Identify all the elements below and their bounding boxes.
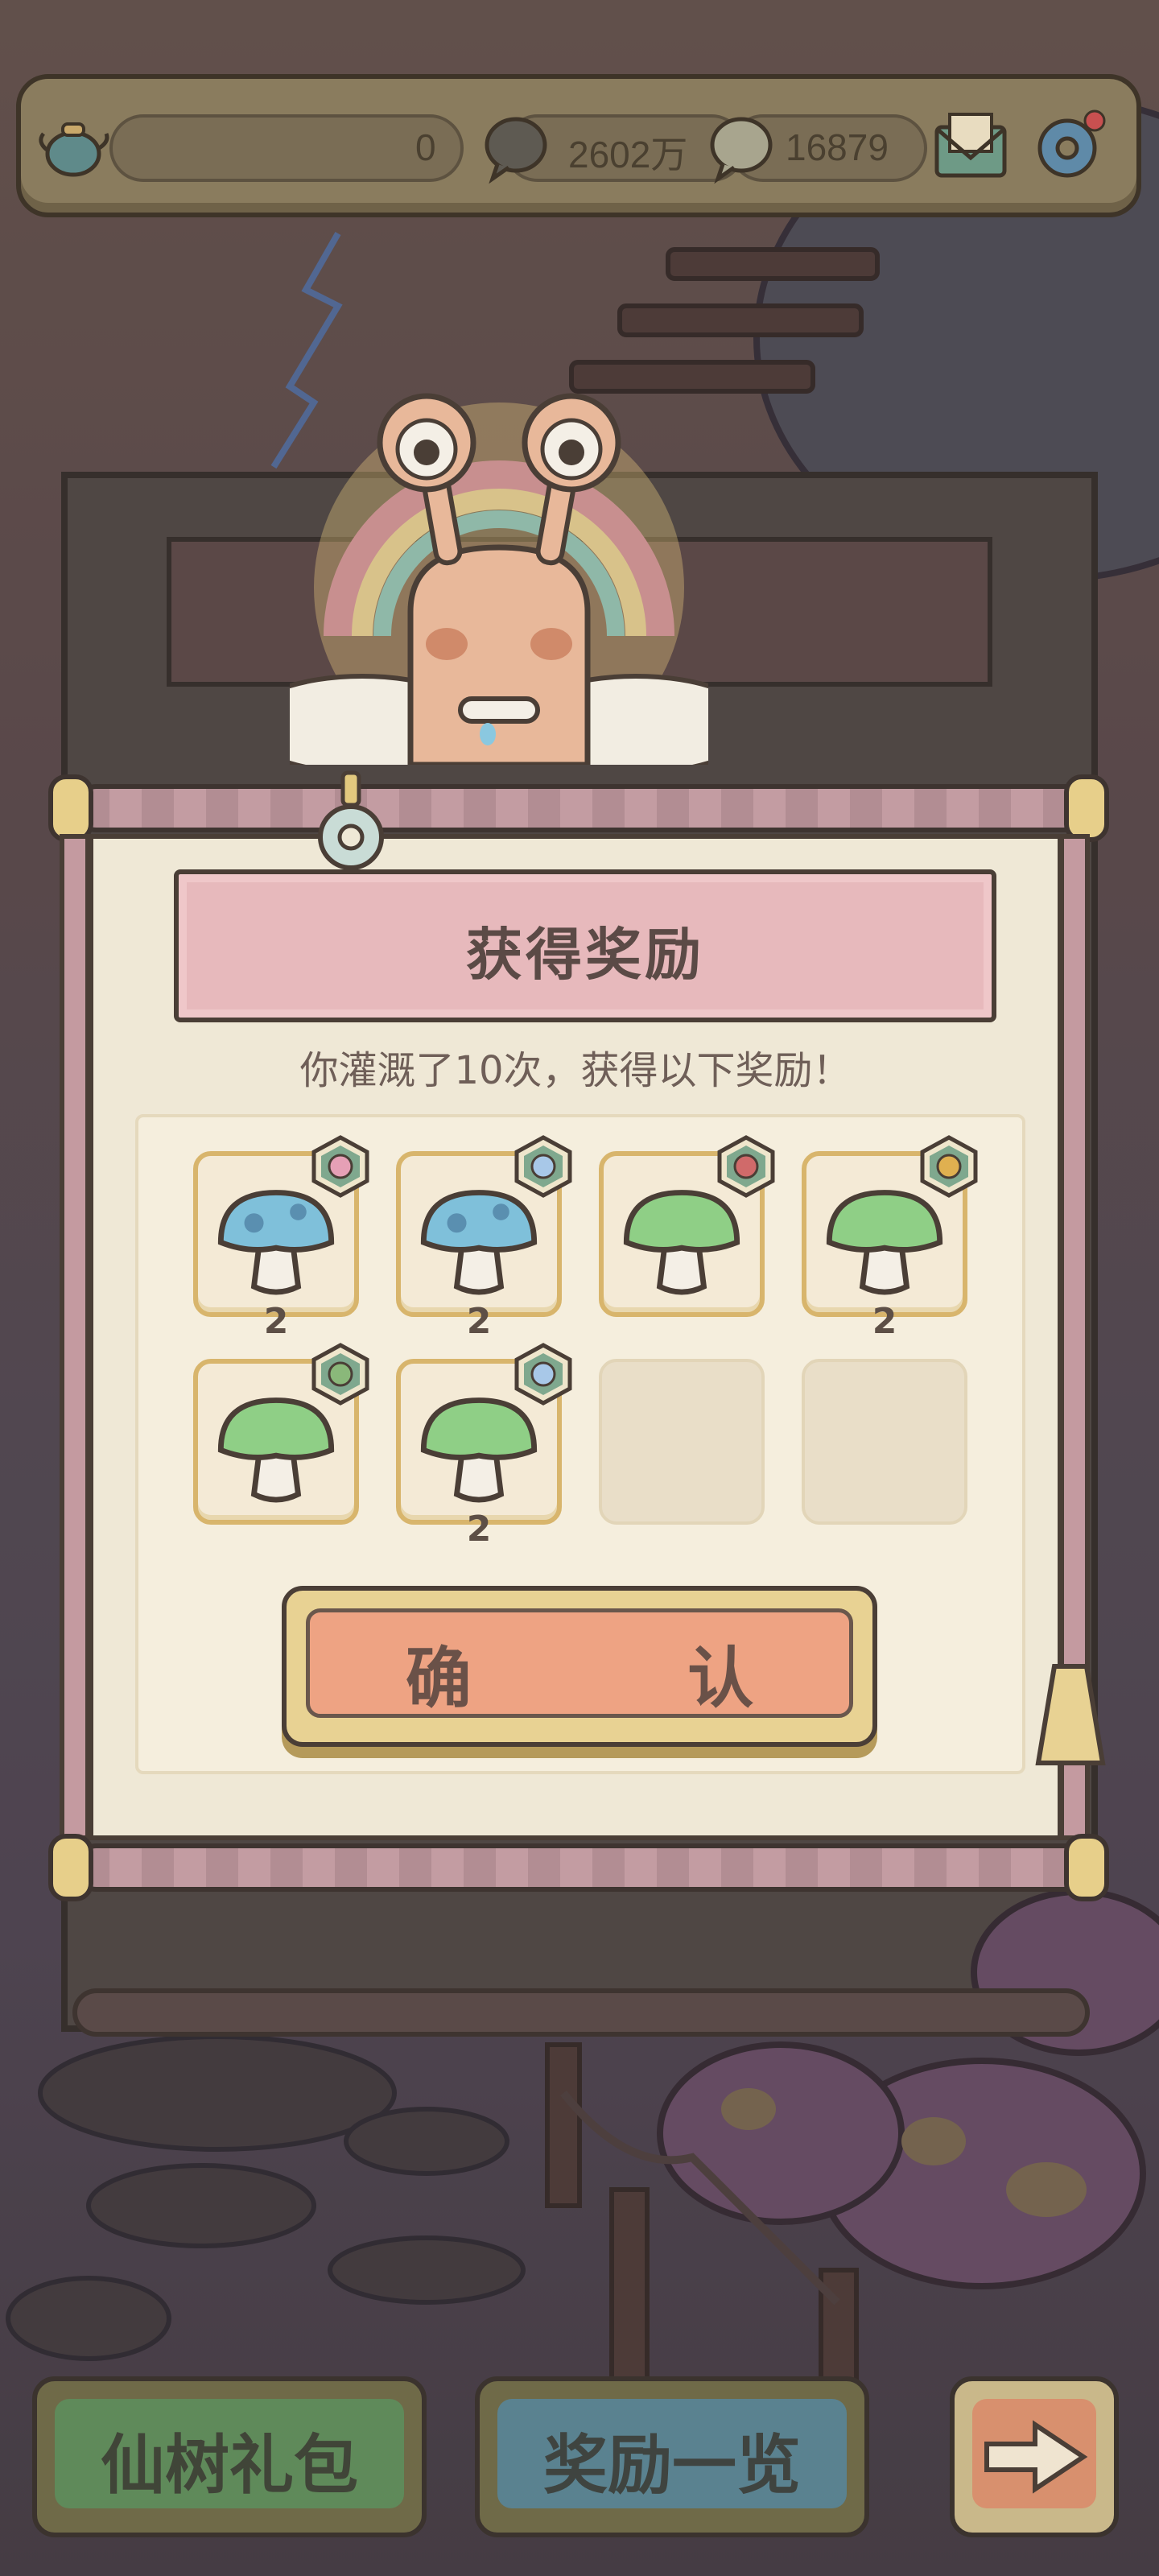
scroll-top-cap-left — [48, 774, 93, 842]
progress-bar — [109, 114, 464, 182]
bandage-icon — [512, 1135, 575, 1198]
empty-reward-slot — [599, 1359, 765, 1525]
progress-value: 0 — [415, 126, 436, 168]
reward-count: 2 — [872, 1301, 897, 1342]
reward-count: 2 — [466, 1509, 492, 1550]
scroll-top-cap-right — [1064, 774, 1109, 842]
game-background: 0 2602万 16879 获得奖励 你灌溉了10次，获得以下奖励！ 2 2 2… — [0, 0, 1159, 2576]
top-resource-bar: 0 2602万 16879 — [16, 74, 1141, 217]
tassel-icon — [1035, 1626, 1106, 1765]
rose-icon — [715, 1135, 777, 1198]
rewards-overview-label[interactable]: 奖励一览 — [475, 2413, 869, 2507]
settings-gear-icon[interactable] — [1027, 106, 1107, 187]
scroll-left-rail — [60, 834, 90, 1840]
frame-bottom-rod — [72, 1988, 1090, 2037]
fairy-tree-gift-label[interactable]: 仙树礼包 — [32, 2413, 427, 2507]
bow-icon — [918, 1135, 980, 1198]
flower-icon — [309, 1135, 372, 1198]
currency-1-value: 2602万 — [568, 134, 688, 175]
arrow-right-icon — [984, 2420, 1088, 2494]
scroll-top-rod — [72, 784, 1090, 832]
dark-bubble-icon — [485, 117, 547, 184]
bandage-icon — [512, 1343, 575, 1406]
confirm-label[interactable]: 确 认 — [282, 1624, 877, 1720]
next-arrow-button[interactable] — [950, 2376, 1119, 2537]
reward-count: 2 — [466, 1301, 492, 1342]
snail-character — [290, 393, 708, 765]
light-bubble-icon — [710, 117, 773, 184]
currency-2-value: 16879 — [786, 126, 889, 168]
teapot-icon[interactable] — [37, 109, 109, 182]
reward-count: 2 — [263, 1301, 289, 1342]
wing-icon — [309, 1343, 372, 1406]
mail-icon[interactable] — [930, 111, 1011, 184]
scroll-bottom-rod — [72, 1843, 1090, 1892]
scroll-bottom-cap-left — [48, 1834, 93, 1901]
dialog-title: 获得奖励 — [466, 922, 704, 988]
empty-reward-slot — [802, 1359, 967, 1525]
scroll-bottom-cap-right — [1064, 1834, 1109, 1901]
dialog-message: 你灌溉了10次，获得以下奖励！ — [299, 1048, 852, 1093]
